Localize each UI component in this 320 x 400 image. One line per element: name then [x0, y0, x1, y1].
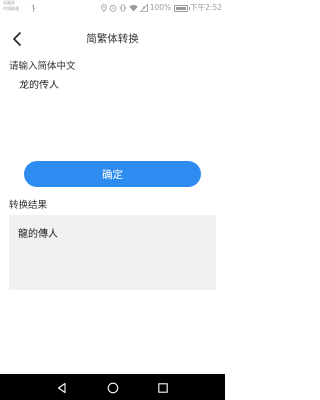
battery-icon [174, 4, 191, 12]
input-label: 请输入简体中文 [9, 61, 76, 72]
nav-home-button[interactable] [106, 380, 120, 394]
result-text: 龍的傳人 [18, 229, 58, 240]
carrier-line-2: 中国联通 [3, 6, 19, 11]
circle-home-icon [107, 382, 119, 394]
result-box: 龍的傳人 [9, 215, 216, 290]
result-label: 转换结果 [9, 200, 48, 211]
screen: 无服务 中国联通 100% 下午2:52 简繁体转换 请输入简体中文 龙的传人 … [0, 0, 225, 400]
simplified-chinese-input[interactable]: 龙的传人 [19, 80, 209, 140]
triangle-back-icon [57, 382, 66, 394]
signal-off-icon [139, 4, 148, 12]
navigation-bar [0, 374, 225, 400]
wifi-icon [129, 4, 138, 12]
square-recent-icon [158, 383, 168, 393]
battery-fill [176, 6, 187, 10]
status-icons: 100% 下午2:52 [100, 3, 222, 13]
battery-percent: 100% [149, 3, 172, 12]
carrier-info: 无服务 中国联通 [3, 0, 43, 12]
alarm-icon [109, 5, 117, 12]
status-bar: 无服务 中国联通 100% 下午2:52 [0, 0, 225, 16]
status-time: 下午2:52 [190, 3, 222, 12]
vibrate-icon [119, 4, 126, 12]
nav-back-button[interactable] [55, 380, 69, 394]
usb-icon [31, 4, 36, 12]
nav-recent-button[interactable] [156, 380, 170, 394]
page-title: 简繁体转换 [86, 33, 139, 45]
location-icon [100, 4, 107, 12]
confirm-button[interactable]: 确定 [24, 161, 201, 187]
header: 简繁体转换 [0, 24, 225, 54]
